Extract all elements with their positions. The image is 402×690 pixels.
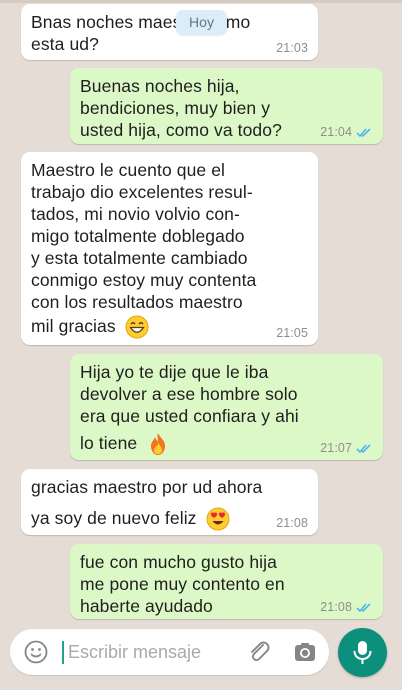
message-outgoing[interactable]: Buenas noches hija, bendiciones, muy bie… <box>70 68 383 144</box>
message-outgoing[interactable]: fue con mucho gusto hija me pone muy con… <box>70 544 383 619</box>
read-ticks-icon <box>356 443 371 453</box>
message-time: 21:08 <box>320 600 352 614</box>
message-incoming[interactable]: Bnas noches maestro como esta ud? 21:03 <box>21 4 318 60</box>
message-text: Hija yo te dije que le iba devolver a es… <box>80 362 299 426</box>
message-last-line: ya soy de nuevo feliz <box>31 507 230 531</box>
day-chip: Hoy <box>176 10 227 35</box>
message-composer: Escribir mensaje <box>0 625 402 690</box>
message-time: 21:07 <box>320 441 352 455</box>
message-incoming[interactable]: gracias maestro por ud ahora ya soy de n… <box>21 469 318 535</box>
message-time: 21:05 <box>276 326 308 340</box>
chat-area[interactable]: Bnas noches maestro como esta ud? 21:03 … <box>0 0 402 625</box>
message-time: 21:08 <box>276 516 308 530</box>
message-last-line: lo tiene <box>80 432 170 456</box>
heart-eyes-emoji <box>206 507 229 531</box>
message-meta: 21:08 <box>320 600 373 614</box>
fire-emoji <box>151 433 166 456</box>
camera-icon[interactable] <box>293 640 317 664</box>
message-text: gracias maestro por ud ahora <box>31 477 263 497</box>
paperclip-icon[interactable] <box>246 639 272 665</box>
read-ticks-icon <box>356 127 371 137</box>
message-meta: 21:05 <box>276 326 308 340</box>
message-incoming[interactable]: Maestro le cuento que el trabajo dio exc… <box>21 152 318 345</box>
mic-button[interactable] <box>338 628 387 677</box>
text-caret <box>62 641 64 664</box>
message-text: Maestro le cuento que el trabajo dio exc… <box>31 160 257 312</box>
mic-icon <box>353 641 372 664</box>
message-text: Buenas noches hija, bendiciones, muy bie… <box>80 76 282 140</box>
message-placeholder: Escribir mensaje <box>68 642 202 662</box>
message-meta: 21:03 <box>276 41 308 55</box>
message-input[interactable]: Escribir mensaje <box>10 629 329 675</box>
message-outgoing[interactable]: Hija yo te dije que le iba devolver a es… <box>70 354 383 460</box>
message-last-line: mil gracias <box>31 315 149 339</box>
message-time: 21:03 <box>276 41 308 55</box>
message-time: 21:04 <box>320 125 352 139</box>
grinning-face-emoji <box>125 315 149 339</box>
message-meta: 21:07 <box>320 441 373 455</box>
smile-icon[interactable] <box>24 640 48 664</box>
message-meta: 21:04 <box>320 125 373 139</box>
message-text: fue con mucho gusto hija me pone muy con… <box>80 552 285 616</box>
message-meta: 21:08 <box>276 516 308 530</box>
read-ticks-icon <box>356 602 371 612</box>
